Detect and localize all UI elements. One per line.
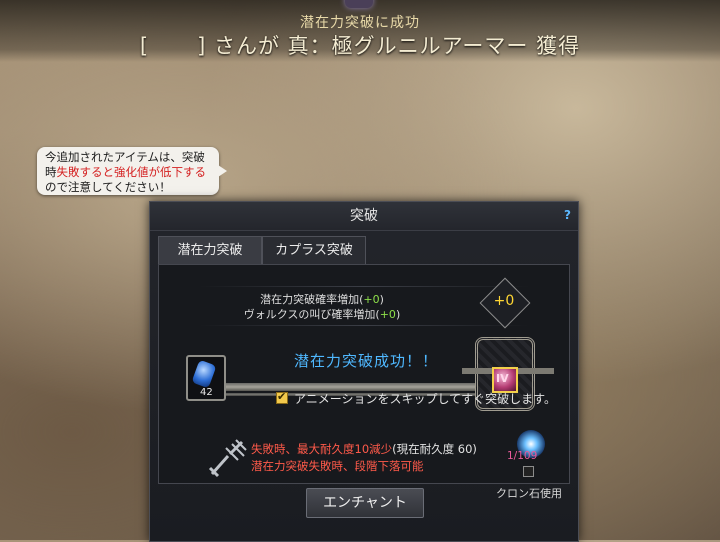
material-count: 42 <box>200 387 213 398</box>
warning-tooltip: 今追加されたアイテムは、突破時失敗すると強化値が低下するので注意してください！ <box>37 147 227 195</box>
broken-sword-icon <box>208 439 247 478</box>
item-grade: IV <box>496 372 509 385</box>
skip-animation-checkbox[interactable] <box>276 390 288 404</box>
success-text: 潜在力突破成功！！ <box>294 352 439 370</box>
help-button[interactable]: ? <box>564 208 571 222</box>
durability-warning: 失敗時、最大耐久度10減少(現在耐久度 60) <box>251 441 477 457</box>
notice-gem-icon <box>345 0 373 8</box>
skip-animation-label[interactable]: アニメーションをスキップしてすぐ突破します。 <box>294 390 556 407</box>
volks-rate-value: +0 <box>379 308 396 321</box>
notice-text: ] さんが 真：極グルニルアーマー 獲得 <box>197 34 581 58</box>
use-crone-label[interactable]: クロン石使用 <box>496 485 562 501</box>
volks-rate-close: ) <box>395 308 401 321</box>
volks-rate-label: ヴォルクスの叫び確率増加( <box>243 308 380 321</box>
notice-subtitle: 潜在力突破に成功 <box>300 15 420 31</box>
tab-potential-breakthrough[interactable]: 潜在力突破 <box>158 236 262 264</box>
potential-rate-line: 潜在力突破確率増加(+0) <box>227 292 417 307</box>
potential-rate-label: 潜在力突破確率増加( <box>260 293 364 306</box>
crone-stone-count: 1/109 <box>507 450 538 462</box>
notice-message: [ ] さんが 真：極グルニルアーマー 獲得 <box>0 30 720 60</box>
notice-bracket: [ <box>139 34 150 58</box>
divider <box>199 286 529 287</box>
tooltip-text-2: ので注意してください！ <box>45 180 171 194</box>
enchant-button[interactable]: エンチャント <box>306 488 424 518</box>
potential-rate-value: +0 <box>363 293 380 306</box>
durability-loss: 失敗時、最大耐久度10減少 <box>251 442 393 456</box>
downgrade-warning: 潜在力突破失敗時、段階下落可能 <box>251 459 424 473</box>
rate-bonus-info: 潜在力突破確率増加(+0) ヴォルクスの叫び確率増加(+0) <box>227 292 417 322</box>
divider <box>199 325 529 326</box>
tab-caphras-breakthrough[interactable]: カプラス突破 <box>262 236 366 264</box>
breakthrough-window: 突破 ? 潜在力突破 カプラス突破 潜在力突破確率増加(+0) ヴォルクスの叫び… <box>149 201 579 542</box>
potential-rate-close: ) <box>379 293 384 306</box>
tooltip-warning: 失敗すると強化値が低下する <box>56 165 207 179</box>
enhance-level: +0 <box>493 293 515 309</box>
breakthrough-panel: 潜在力突破確率増加(+0) ヴォルクスの叫び確率増加(+0) +0 42 潜在力… <box>158 264 570 500</box>
window-title: 突破 <box>150 202 578 231</box>
current-durability: (現在耐久度 60) <box>392 442 477 456</box>
volks-rate-line: ヴォルクスの叫び確率増加(+0) <box>227 307 417 322</box>
use-crone-checkbox[interactable] <box>523 466 534 477</box>
